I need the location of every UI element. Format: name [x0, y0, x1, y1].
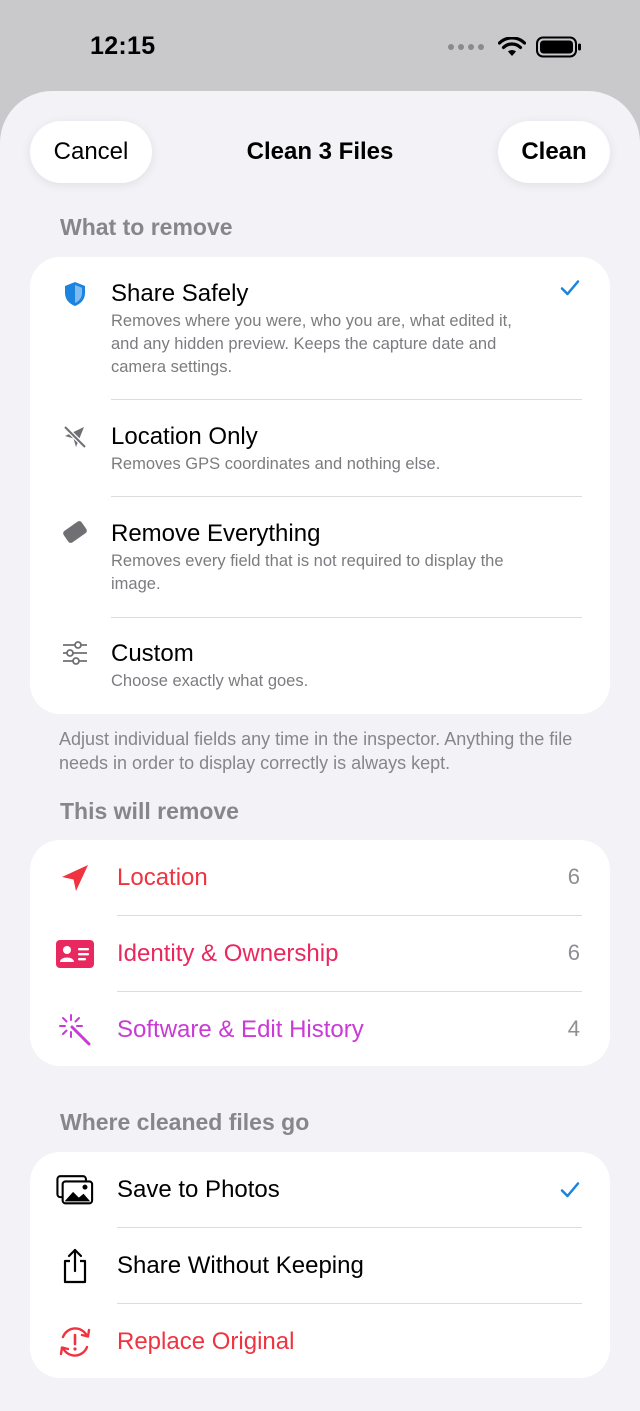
status-time: 12:15: [90, 32, 156, 60]
photos-icon: [56, 1175, 94, 1205]
destination-card: Save to Photos Share Without Keeping Rep…: [30, 1152, 610, 1378]
destination-label: Save to Photos: [117, 1176, 280, 1203]
option-description: Removes where you were, who you are, wha…: [111, 312, 512, 376]
sliders-icon: [60, 638, 90, 668]
battery-icon: [536, 36, 581, 58]
section-header-what-to-remove: What to remove: [60, 214, 233, 240]
status-icons: [448, 36, 582, 58]
remove-categories-card: Location 6 Identity & Ownership 6 Softwa…: [30, 840, 610, 1066]
destination-save-to-photos[interactable]: Save to Photos: [30, 1152, 610, 1228]
magic-wand-icon: [56, 1014, 94, 1046]
option-remove-everything[interactable]: Remove Everything Removes every field th…: [30, 497, 610, 617]
checkmark-icon: [560, 1182, 580, 1198]
option-description: Removes GPS coordinates and nothing else…: [111, 455, 441, 473]
option-share-safely[interactable]: Share Safely Removes where you were, who…: [30, 257, 610, 399]
eraser-icon: [60, 517, 90, 547]
shield-icon: [60, 279, 90, 309]
category-location[interactable]: Location 6: [30, 840, 610, 916]
option-title: Remove Everything: [111, 520, 321, 547]
status-bar: 12:15: [0, 0, 640, 92]
clean-button[interactable]: Clean: [498, 121, 610, 183]
option-description: Removes every field that is not required…: [111, 552, 504, 593]
checkmark-icon: [560, 280, 580, 296]
destination-share-without-keeping[interactable]: Share Without Keeping: [30, 1228, 610, 1304]
wifi-icon: [498, 37, 526, 56]
remove-footnote: Adjust individual fields any time in the…: [59, 729, 573, 773]
category-identity-ownership[interactable]: Identity & Ownership 6: [30, 916, 610, 992]
option-location-only[interactable]: Location Only Removes GPS coordinates an…: [30, 400, 610, 496]
option-title: Share Safely: [111, 280, 249, 307]
category-label: Software & Edit History: [117, 1016, 364, 1043]
option-custom[interactable]: Custom Choose exactly what goes.: [30, 618, 610, 714]
signal-dots-icon: [448, 44, 484, 50]
location-arrow-icon: [56, 863, 94, 893]
destination-replace-original[interactable]: Replace Original: [30, 1304, 610, 1380]
section-header-destination: Where cleaned files go: [60, 1109, 310, 1135]
category-software-edit-history[interactable]: Software & Edit History 4: [30, 992, 610, 1068]
location-slash-icon: [60, 422, 90, 452]
category-count: 4: [567, 1016, 580, 1041]
category-label: Identity & Ownership: [117, 940, 339, 967]
section-header-this-will-remove: This will remove: [60, 798, 239, 824]
remove-options-card: Share Safely Removes where you were, who…: [30, 257, 610, 714]
share-icon: [56, 1248, 94, 1284]
option-description: Choose exactly what goes.: [111, 672, 309, 690]
clean-files-sheet: Cancel Clean 3 Files Clean What to remov…: [0, 91, 640, 1411]
category-count: 6: [567, 940, 580, 965]
option-title: Custom: [111, 640, 194, 667]
category-count: 6: [567, 864, 580, 889]
option-title: Location Only: [111, 423, 258, 450]
replace-icon: [56, 1327, 94, 1357]
destination-label: Replace Original: [117, 1328, 295, 1355]
category-label: Location: [117, 864, 208, 891]
person-card-icon: [56, 939, 94, 969]
destination-label: Share Without Keeping: [117, 1252, 364, 1279]
